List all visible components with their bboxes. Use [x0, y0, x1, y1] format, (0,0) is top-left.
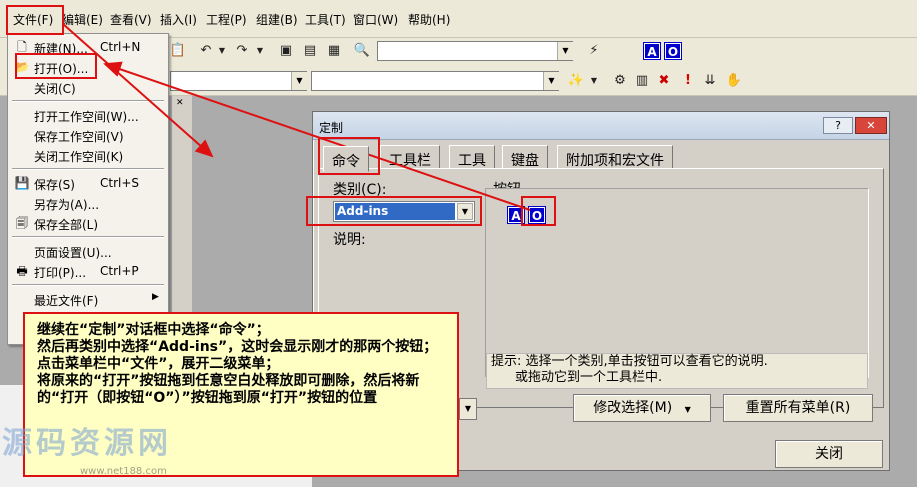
menu-edit[interactable]: 编辑(E) [62, 11, 103, 28]
file-menu-close-workspace[interactable]: 关闭工作空间(K) [34, 148, 123, 165]
menu-separator [12, 284, 164, 286]
find-combo[interactable]: ▼ [377, 41, 573, 61]
custom-button-o[interactable]: O [664, 42, 682, 60]
paste-icon[interactable]: 📋 [168, 42, 188, 60]
tab-tools[interactable]: 工具 [449, 145, 495, 169]
menu-help[interactable]: 帮助(H) [408, 11, 450, 28]
note-line-4: 将原来的“打开”按钮拖到任意空白处释放即可删除，然后将新的“打开（即按钮“O”）… [37, 373, 420, 406]
file-menu-save-all[interactable]: 保存全部(L) [34, 216, 98, 233]
highlight-button-o [521, 196, 556, 226]
windows-icon[interactable]: ▦ [324, 42, 344, 60]
menu-view[interactable]: 查看(V) [110, 11, 152, 28]
file-menu-recent[interactable]: 最近文件(F) [34, 292, 98, 309]
find-in-files-icon[interactable]: ⚡ [584, 42, 604, 60]
watermark: 源码资源网 [2, 426, 172, 461]
redo-icon[interactable]: ↷ [232, 42, 252, 60]
chevron-down-icon: ▼ [684, 405, 691, 414]
find-icon[interactable]: 🔍 [352, 42, 372, 60]
note-line-2: 然后再类别中选择“Add-ins”，这时会显示刚才的那两个按钮； [37, 339, 438, 355]
file-menu-print[interactable]: 打印(P)... [34, 264, 86, 281]
file-menu-save-workspace[interactable]: 保存工作空间(V) [34, 128, 124, 145]
member-combo[interactable]: ▼ [311, 71, 559, 91]
modify-selection-label: 修改选择(M) [593, 400, 673, 416]
save-all-icon: 🗐 [16, 216, 28, 230]
file-menu: 🗋 新建(N)... Ctrl+N 📂 打开(O)... 关闭(C) 打开工作空… [7, 33, 169, 345]
description-label: 说明: [333, 232, 366, 248]
chevron-down-icon[interactable]: ▼ [459, 398, 477, 420]
dialog-title: 定制 [319, 121, 344, 135]
printer-icon: 🖶 [16, 264, 28, 278]
modify-selection-button[interactable]: 修改选择(M) ▼ [573, 394, 711, 422]
chevron-down-icon[interactable]: ▼ [291, 72, 307, 90]
tab-commands[interactable]: 命令 [323, 146, 369, 172]
tab-toolbars[interactable]: 工具栏 [380, 145, 440, 169]
dialog-close-button[interactable]: 关闭 [775, 440, 883, 468]
reset-menus-button[interactable]: 重置所有菜单(R) [723, 394, 873, 422]
save-disk-icon: 💾 [14, 176, 30, 190]
hint-text: 提示: 选择一个类别,单击按钮可以查看它的说明. 或拖动它到一个工具栏中. [486, 353, 868, 389]
menu-separator [12, 168, 164, 170]
menu-project[interactable]: 工程(P) [206, 11, 247, 28]
file-menu-page-setup[interactable]: 页面设置(U)... [34, 244, 112, 261]
redo-dropdown-icon[interactable]: ▼ [250, 42, 270, 60]
new-file-icon: 🗋 [17, 40, 27, 54]
shortcut-new: Ctrl+N [100, 40, 141, 54]
highlight-category-select [306, 196, 482, 226]
menu-separator [12, 236, 164, 238]
highlight-open-item [15, 53, 97, 79]
output-icon[interactable]: ▤ [300, 42, 320, 60]
workspace-icon[interactable]: ▣ [276, 42, 296, 60]
menu-window[interactable]: 窗口(W) [353, 11, 398, 28]
breakpoint-hand-icon[interactable]: ✋ [724, 72, 744, 90]
chevron-down-icon[interactable]: ▼ [543, 72, 559, 90]
file-menu-close[interactable]: 关闭(C) [34, 80, 76, 97]
menu-separator [12, 100, 164, 102]
compile-icon[interactable]: ⚙ [610, 72, 630, 90]
watermark-url: www.net188.com [80, 466, 167, 477]
hint-line-2: 或拖动它到一个工具栏中. [515, 370, 663, 385]
stop-build-icon[interactable]: ✖ [654, 72, 674, 90]
note-line-3: 点击菜单栏中“文件”，展开二级菜单； [37, 356, 280, 372]
go-icon[interactable]: ⇊ [700, 72, 720, 90]
chevron-down-icon[interactable]: ▼ [557, 42, 573, 60]
close-icon[interactable]: ✕ [855, 117, 887, 134]
tab-addins-macros[interactable]: 附加项和宏文件 [557, 145, 673, 169]
custom-button-a[interactable]: A [643, 42, 661, 60]
wizard-dropdown-icon[interactable]: ▼ [584, 72, 604, 90]
undo-dropdown-icon[interactable]: ▼ [212, 42, 232, 60]
shortcut-print: Ctrl+P [100, 264, 139, 278]
wizard-wand-icon[interactable]: ✨ [566, 72, 586, 90]
note-line-1: 继续在“定制”对话框中选择“命令”； [37, 322, 270, 338]
menu-insert[interactable]: 插入(I) [160, 11, 197, 28]
menu-tools[interactable]: 工具(T) [305, 11, 346, 28]
build-icon[interactable]: ▥ [632, 72, 652, 90]
close-icon[interactable]: ✕ [176, 98, 184, 108]
file-menu-open-workspace[interactable]: 打开工作空间(W)... [34, 108, 139, 125]
execute-icon[interactable]: ! [678, 72, 698, 90]
highlight-file-menu [6, 5, 64, 35]
file-menu-save-as[interactable]: 另存为(A)... [34, 196, 99, 213]
shortcut-save: Ctrl+S [100, 176, 140, 190]
dialog-titlebar: 定制 ? ✕ [313, 112, 889, 140]
help-button[interactable]: ? [823, 117, 853, 134]
file-menu-save[interactable]: 保存(S) [34, 176, 75, 193]
hint-line-1: 提示: 选择一个类别,单击按钮可以查看它的说明. [491, 354, 768, 369]
class-combo[interactable]: ▼ [170, 71, 307, 91]
submenu-arrow-icon: ▶ [152, 292, 159, 302]
menu-build[interactable]: 组建(B) [256, 11, 298, 28]
tab-keyboard[interactable]: 键盘 [502, 145, 548, 169]
